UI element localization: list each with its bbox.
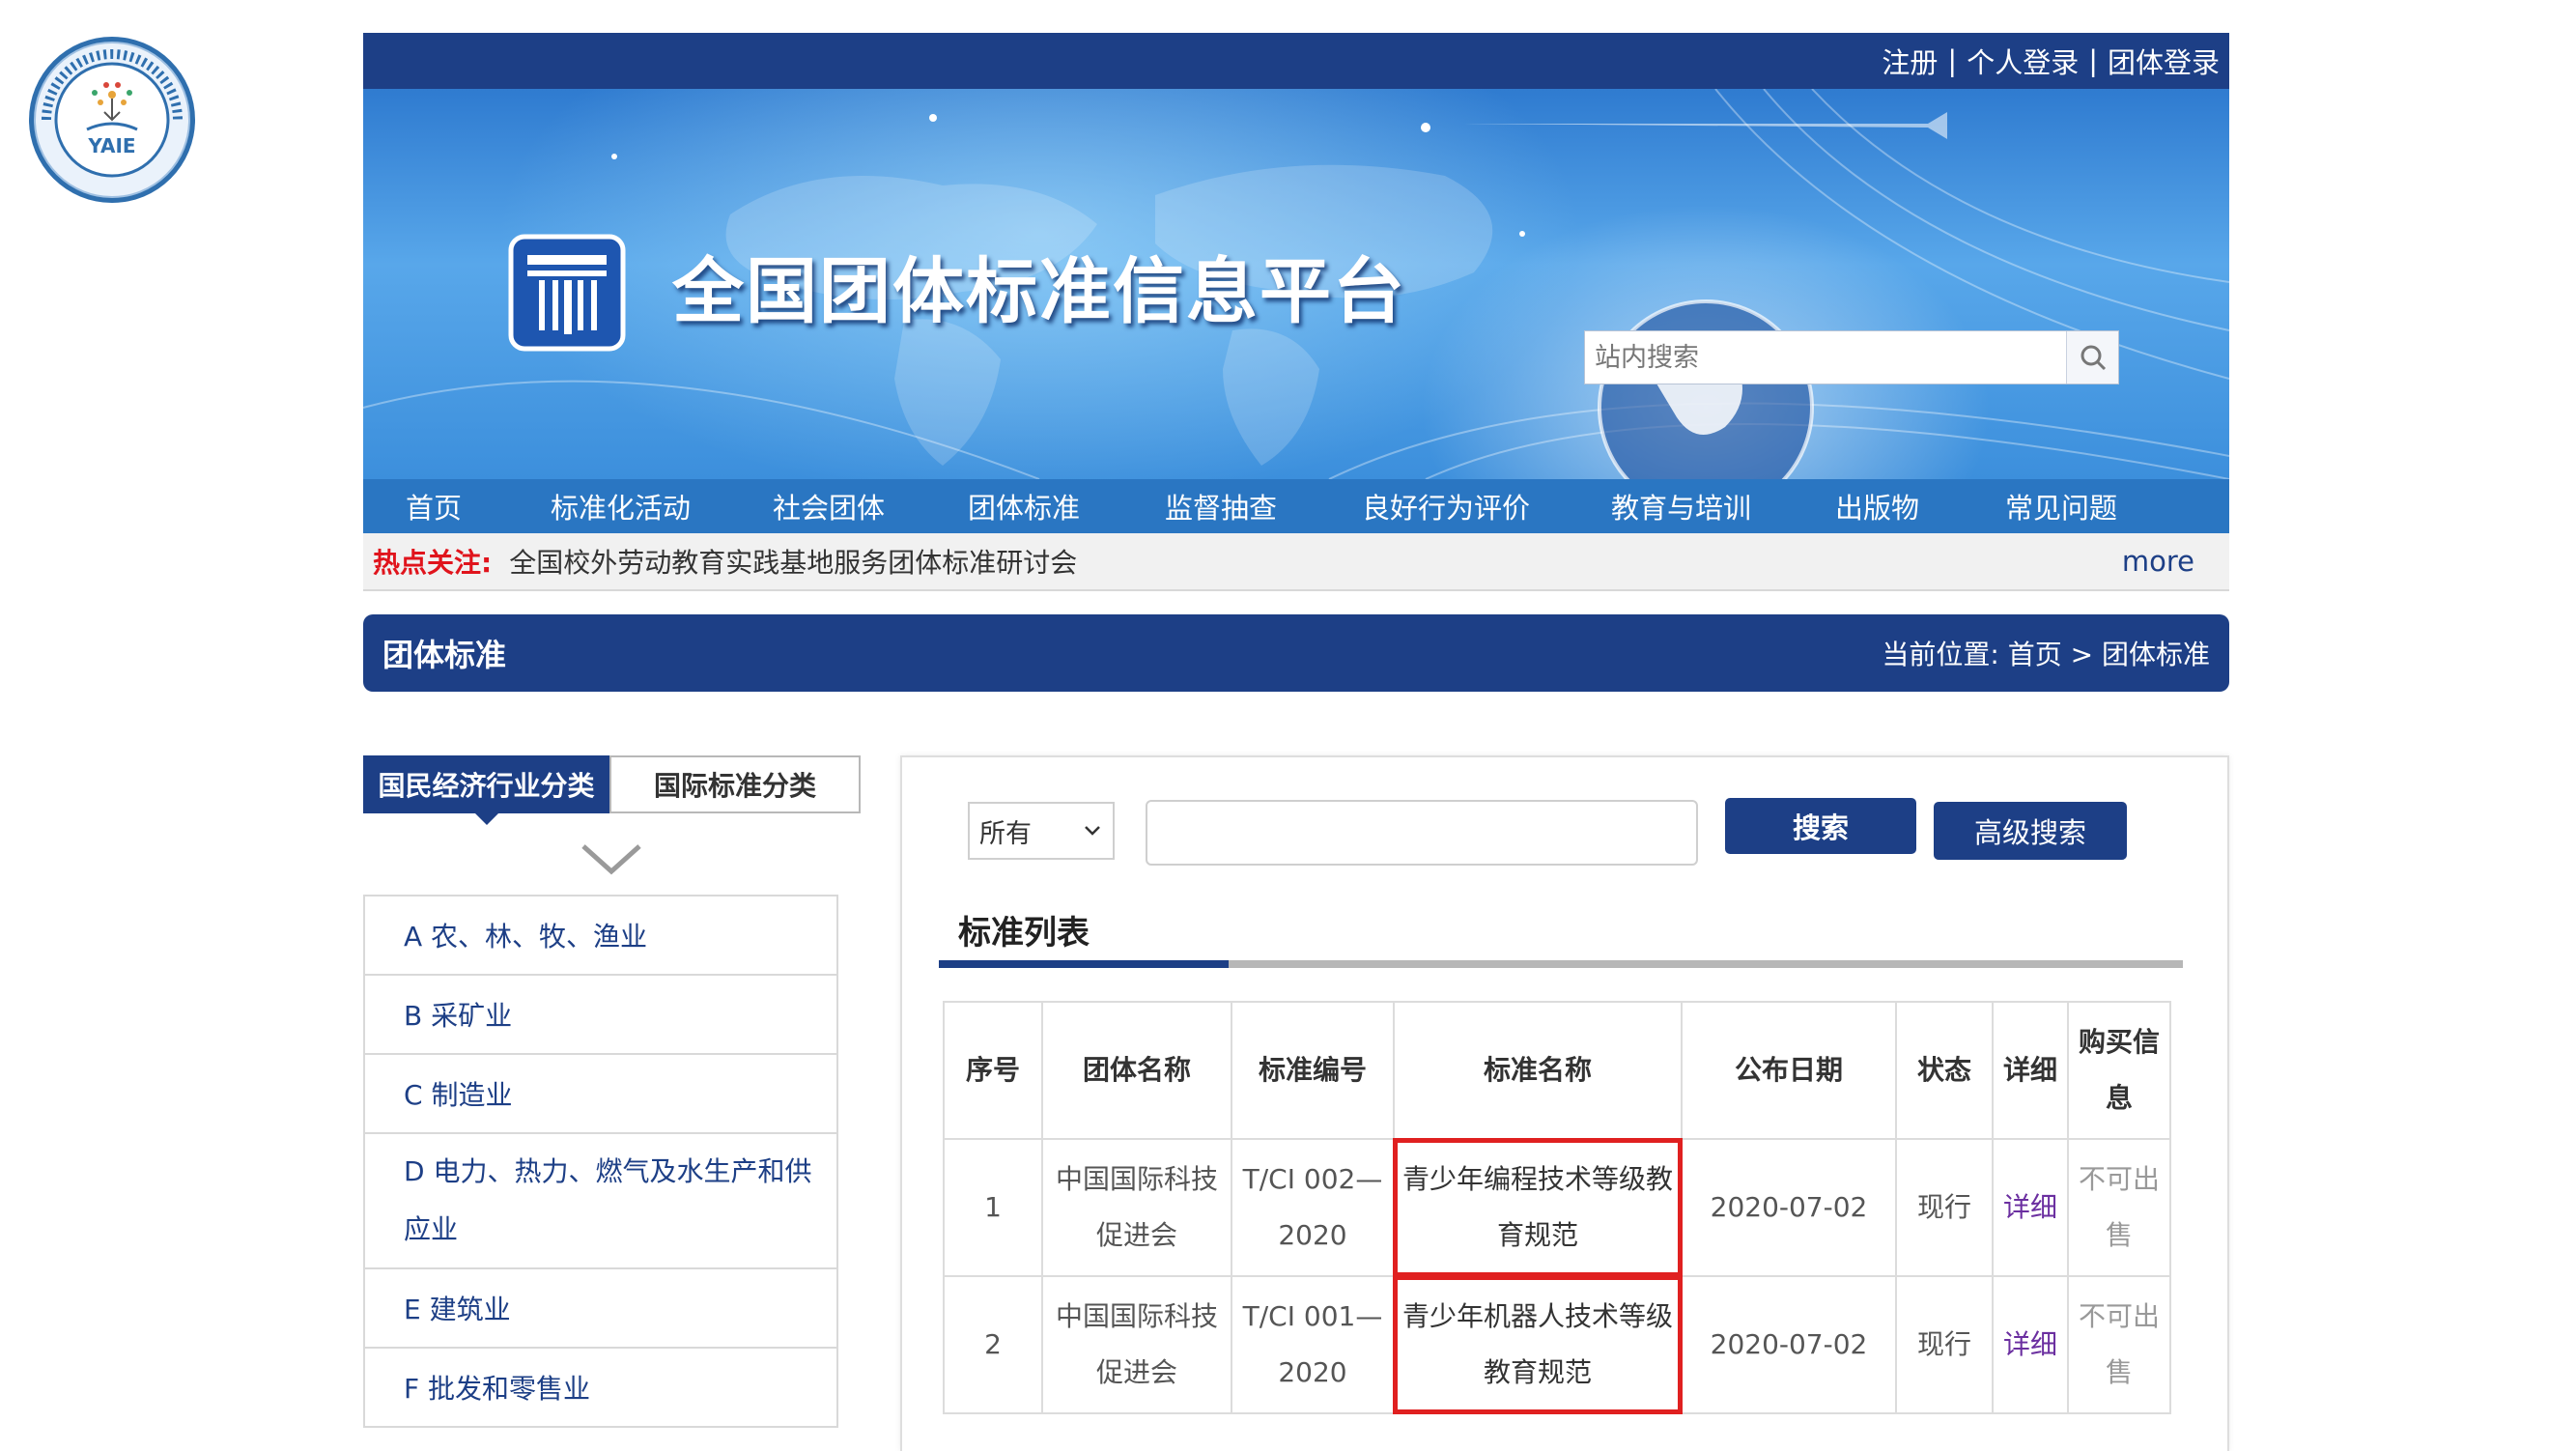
breadcrumb-separator: >: [2070, 639, 2094, 670]
chevron-down-icon: [1085, 826, 1100, 836]
table-row: 1 中国国际科技促进会 T/CI 002—2020 青少年编程技术等级教育规范 …: [943, 1138, 2171, 1277]
site-search-button[interactable]: [2066, 331, 2118, 384]
site-banner: 全国团体标准信息平台: [363, 89, 2229, 479]
row-standard-name: 青少年机器人技术等级教育规范: [1393, 1275, 1683, 1414]
register-link[interactable]: 注册: [1882, 41, 1938, 81]
table-row: 2 中国国际科技促进会 T/CI 001—2020 青少年机器人技术等级教育规范…: [943, 1275, 2171, 1414]
column-header-org: 团体名称: [1041, 1001, 1232, 1140]
hot-topic-link[interactable]: 全国校外劳动教育实践基地服务团体标准研讨会: [509, 542, 1077, 581]
row-date: 2020-07-02: [1681, 1275, 1897, 1414]
nav-item-home[interactable]: 首页: [406, 486, 462, 526]
nav-item-education[interactable]: 教育与培训: [1611, 486, 1751, 526]
site-search-input[interactable]: [1585, 331, 2066, 384]
platform-logo-icon: [508, 234, 626, 352]
row-number: 2: [943, 1275, 1043, 1414]
svg-text:YAIE: YAIE: [87, 134, 135, 157]
row-org: 中国国际科技促进会: [1041, 1275, 1232, 1414]
nav-item-group-standards[interactable]: 团体标准: [968, 486, 1080, 526]
list-title: 标准列表: [958, 914, 1090, 953]
row-org: 中国国际科技促进会: [1041, 1138, 1232, 1277]
category-item-c[interactable]: C 制造业: [365, 1055, 836, 1134]
column-header-name: 标准名称: [1393, 1001, 1683, 1140]
main-navigation: 首页 标准化活动 社会团体 团体标准 监督抽查 良好行为评价 教育与培训 出版物…: [363, 479, 2229, 533]
keyword-input[interactable]: [1146, 800, 1698, 866]
table-header-row: 序号 团体名称 标准编号 标准名称 公布日期 状态 详细 购买信息: [943, 1001, 2171, 1140]
nav-item-standardization[interactable]: 标准化活动: [551, 486, 691, 526]
breadcrumb-current[interactable]: 团体标准: [2102, 639, 2210, 670]
nav-item-social-groups[interactable]: 社会团体: [773, 486, 885, 526]
row-code: T/CI 001—2020: [1231, 1275, 1395, 1414]
column-header-no: 序号: [943, 1001, 1043, 1140]
list-title-divider: [939, 960, 2183, 968]
more-link[interactable]: more: [2122, 545, 2194, 578]
breadcrumb-home[interactable]: 首页: [2008, 639, 2062, 670]
search-scope-select[interactable]: 所有: [968, 802, 1115, 860]
category-item-f[interactable]: F 批发和零售业: [365, 1349, 836, 1428]
row-detail-link[interactable]: 详细: [2003, 1191, 2057, 1223]
category-item-a[interactable]: A 农、林、牧、渔业: [365, 896, 836, 976]
column-header-date: 公布日期: [1681, 1001, 1897, 1140]
category-item-b[interactable]: B 采矿业: [365, 976, 836, 1055]
category-item-e[interactable]: E 建筑业: [365, 1269, 836, 1349]
column-header-purchase: 购买信息: [2067, 1001, 2171, 1140]
category-tabs: 国民经济行业分类 国际标准分类: [363, 755, 861, 825]
group-login-link[interactable]: 团体登录: [2108, 41, 2220, 81]
section-title: 团体标准: [382, 637, 507, 673]
row-standard-name: 青少年编程技术等级教育规范: [1393, 1138, 1683, 1277]
advanced-search-button[interactable]: 高级搜索: [1934, 802, 2127, 860]
top-account-bar: 注册 | 个人登录 | 团体登录: [363, 33, 2229, 89]
separator: |: [2088, 44, 2098, 77]
tab-economic-industry[interactable]: 国民经济行业分类: [363, 755, 609, 825]
breadcrumb-prefix: 当前位置:: [1882, 639, 1999, 670]
personal-login-link[interactable]: 个人登录: [1967, 41, 2079, 81]
hot-topics-bar: 热点关注: 全国校外劳动教育实践基地服务团体标准研讨会 more: [363, 533, 2229, 591]
column-header-detail: 详细: [1992, 1001, 2069, 1140]
column-header-status: 状态: [1895, 1001, 1994, 1140]
nav-item-supervision[interactable]: 监督抽查: [1165, 486, 1277, 526]
organization-seal-logo: YAIE: [27, 35, 197, 205]
row-code: T/CI 002—2020: [1231, 1138, 1395, 1277]
row-purchase: 不可出售: [2067, 1138, 2171, 1277]
row-date: 2020-07-02: [1681, 1138, 1897, 1277]
standards-panel: 所有 搜索 高级搜索 标准列表 序号 团体名称 标准编号 标准名称 公布日期 状…: [900, 755, 2229, 1451]
site-search-box: [1584, 330, 2119, 384]
hot-topics-label: 热点关注:: [373, 547, 493, 579]
separator: |: [1947, 44, 1958, 77]
tab-international-standard[interactable]: 国际标准分类: [609, 755, 861, 813]
row-detail-link[interactable]: 详细: [2003, 1328, 2057, 1360]
search-scope-value: 所有: [979, 818, 1032, 849]
column-header-code: 标准编号: [1231, 1001, 1395, 1140]
nav-item-faq[interactable]: 常见问题: [2005, 486, 2117, 526]
row-number: 1: [943, 1138, 1043, 1277]
search-button[interactable]: 搜索: [1725, 798, 1916, 854]
site-container: 注册 | 个人登录 | 团体登录 全国团体标准信息平台 站内搜索 首页 标准化活…: [363, 33, 2229, 692]
section-header: 团体标准 当前位置: 首页 > 团体标准: [363, 614, 2229, 692]
category-item-d[interactable]: D 电力、热力、燃气及水生产和供应业: [365, 1134, 836, 1269]
row-purchase: 不可出售: [2067, 1275, 2171, 1414]
nav-item-good-conduct[interactable]: 良好行为评价: [1362, 486, 1530, 526]
chevron-down-icon[interactable]: [580, 842, 643, 877]
row-status: 现行: [1895, 1138, 1994, 1277]
category-list: A 农、林、牧、渔业 B 采矿业 C 制造业 D 电力、热力、燃气及水生产和供应…: [363, 895, 838, 1428]
search-icon: [2081, 345, 2106, 371]
breadcrumb: 当前位置: 首页 > 团体标准: [1882, 634, 2210, 672]
standards-table: 序号 团体名称 标准编号 标准名称 公布日期 状态 详细 购买信息 1 中国国际…: [943, 1001, 2171, 1414]
row-status: 现行: [1895, 1275, 1994, 1414]
nav-item-publications[interactable]: 出版物: [1835, 486, 1919, 526]
platform-title: 全国团体标准信息平台: [672, 250, 1406, 333]
